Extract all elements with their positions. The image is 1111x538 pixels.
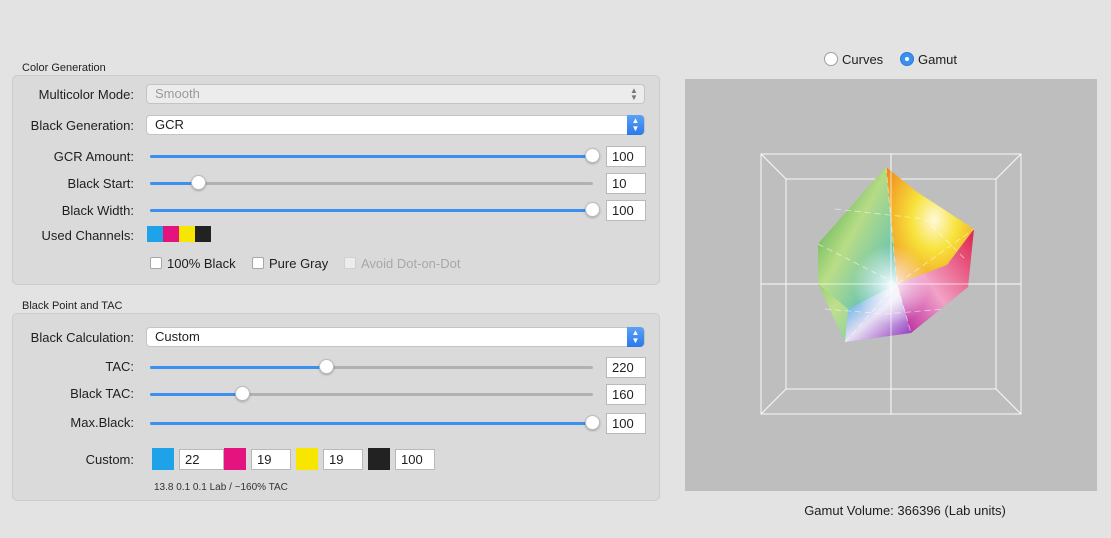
custom-magenta-swatch bbox=[224, 448, 246, 470]
multicolor-mode-select: Smooth ▲ ▼ bbox=[146, 84, 645, 104]
black-start-field[interactable]: 10 bbox=[606, 173, 646, 194]
black-generation-select[interactable]: GCR ▲ ▼ bbox=[146, 115, 645, 135]
avoid-dot-on-dot-label: Avoid Dot-on-Dot bbox=[361, 256, 461, 271]
black100-label: 100% Black bbox=[167, 256, 236, 271]
updown-arrows-icon: ▲ ▼ bbox=[627, 115, 644, 135]
custom-cyan-swatch bbox=[152, 448, 174, 470]
slider-knob[interactable] bbox=[585, 148, 600, 163]
slider-knob[interactable] bbox=[235, 386, 251, 401]
black-calculation-value: Custom bbox=[155, 329, 200, 344]
custom-yellow-swatch bbox=[296, 448, 318, 470]
max-black-label: Max.Black: bbox=[70, 415, 134, 430]
black-start-label: Black Start: bbox=[67, 176, 134, 191]
black-point-title: Black Point and TAC bbox=[22, 300, 123, 312]
black-calculation-label: Black Calculation: bbox=[30, 330, 134, 345]
black-tac-label: Black TAC: bbox=[70, 386, 134, 401]
slider-knob[interactable] bbox=[190, 175, 206, 190]
black-width-slider[interactable] bbox=[150, 202, 600, 217]
tac-field[interactable]: 220 bbox=[606, 357, 646, 378]
updown-arrows-icon: ▲ ▼ bbox=[627, 327, 644, 347]
gcr-amount-label: GCR Amount: bbox=[53, 149, 134, 164]
gamut-radio-label: Gamut bbox=[918, 52, 958, 67]
black-tac-field[interactable]: 160 bbox=[606, 384, 646, 405]
tac-slider[interactable] bbox=[150, 359, 593, 374]
custom-magenta-field[interactable]: 19 bbox=[251, 449, 291, 470]
tac-label: TAC: bbox=[105, 359, 134, 374]
max-black-slider[interactable] bbox=[150, 415, 600, 430]
slider-knob[interactable] bbox=[585, 202, 600, 217]
custom-cyan-field[interactable]: 22 bbox=[179, 449, 224, 470]
channel-cyan-swatch bbox=[147, 226, 163, 242]
channel-magenta-swatch bbox=[163, 226, 179, 242]
black-calculation-select[interactable]: Custom ▲ ▼ bbox=[146, 327, 645, 347]
multicolor-mode-label: Multicolor Mode: bbox=[38, 87, 134, 102]
curves-radio[interactable] bbox=[824, 52, 838, 66]
black-tac-slider[interactable] bbox=[150, 386, 593, 401]
max-black-field[interactable]: 100 bbox=[606, 413, 646, 434]
black-start-slider[interactable] bbox=[150, 175, 593, 190]
slider-knob[interactable] bbox=[585, 415, 600, 430]
gcr-amount-slider[interactable] bbox=[150, 148, 600, 163]
custom-black-swatch bbox=[368, 448, 390, 470]
black-point-info: 13.8 0.1 0.1 Lab / ~160% TAC bbox=[154, 482, 288, 493]
gamut-radio[interactable] bbox=[900, 52, 914, 66]
used-channels-label: Used Channels: bbox=[41, 228, 135, 243]
black-width-label: Black Width: bbox=[61, 203, 134, 218]
gamut-volume-text: Gamut Volume: 366396 (Lab units) bbox=[804, 503, 1006, 518]
black-generation-value: GCR bbox=[155, 117, 184, 132]
pure-gray-label: Pure Gray bbox=[269, 256, 329, 271]
color-generation-title: Color Generation bbox=[22, 62, 106, 74]
gcr-amount-field[interactable]: 100 bbox=[606, 146, 646, 167]
channel-black-swatch bbox=[195, 226, 211, 242]
black-generation-label: Black Generation: bbox=[30, 118, 134, 133]
curves-radio-label: Curves bbox=[842, 52, 884, 67]
custom-black-field[interactable]: 100 bbox=[395, 449, 435, 470]
black100-checkbox[interactable] bbox=[150, 257, 162, 269]
gamut-view[interactable] bbox=[685, 79, 1097, 491]
multicolor-mode-value: Smooth bbox=[155, 86, 200, 101]
avoid-dot-on-dot-checkbox bbox=[344, 257, 356, 269]
updown-arrows-icon: ▲ ▼ bbox=[630, 86, 638, 102]
gamut-3d-plot bbox=[760, 153, 1022, 415]
custom-yellow-field[interactable]: 19 bbox=[323, 449, 363, 470]
black-width-field[interactable]: 100 bbox=[606, 200, 646, 221]
channel-yellow-swatch bbox=[179, 226, 195, 242]
custom-label: Custom: bbox=[85, 452, 134, 467]
pure-gray-checkbox[interactable] bbox=[252, 257, 264, 269]
